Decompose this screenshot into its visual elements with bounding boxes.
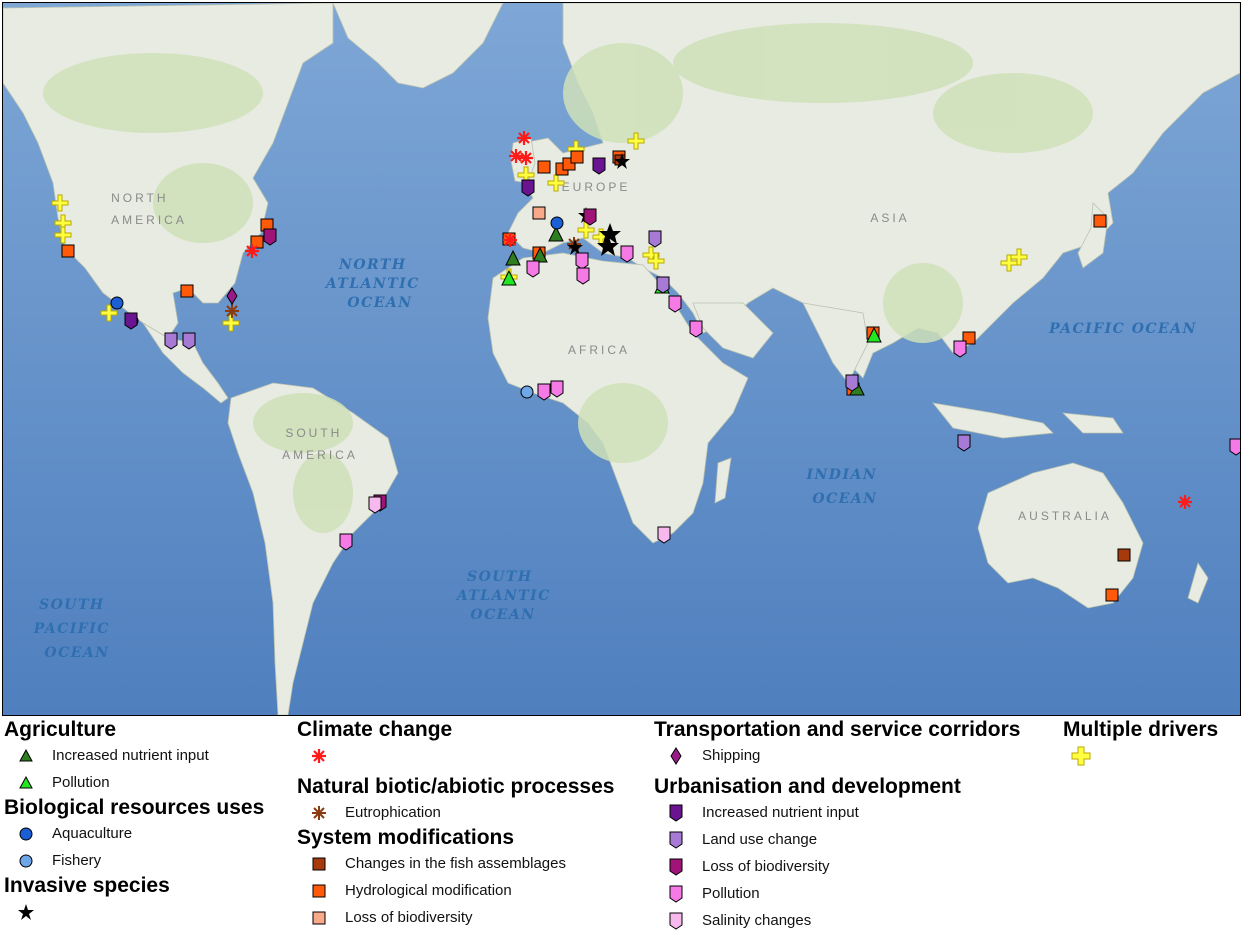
legend-heading-urban: Urbanisation and development: [654, 775, 961, 798]
legend-label: Pollution: [52, 774, 110, 791]
shield-pink-icon: [664, 883, 688, 905]
continent-label-europe: EUROPE: [562, 180, 631, 194]
legend-label: Aquaculture: [52, 825, 133, 842]
circle-blue-icon: [14, 823, 38, 845]
shield-light-pink-icon: [664, 910, 688, 932]
legend-item-shipping: Shipping: [654, 742, 1059, 769]
legend-item-hydrological: Hydrological modification: [297, 877, 652, 904]
legend-label: Salinity changes: [702, 912, 812, 929]
legend-heading-transport: Transportation and service corridors: [654, 718, 1021, 741]
legend-item-system-biodiversity: Loss of biodiversity: [297, 904, 652, 931]
legend-heading-agriculture: Agriculture: [4, 718, 117, 741]
world-map: NORTH ATLANTIC OCEAN PACIFIC OCEAN INDIA…: [2, 2, 1241, 716]
legend-item-urban-biodiversity: Loss of biodiversity: [654, 853, 1059, 880]
diamond-purple-icon: [664, 745, 688, 767]
legend-label: Loss of biodiversity: [702, 858, 830, 875]
legend-label: Fishery: [52, 852, 102, 869]
star-black-icon: [14, 901, 38, 923]
legend-item-agri-pollution: Pollution: [4, 769, 294, 796]
marker-group-system-biodiversity: [532, 206, 546, 220]
legend-heading-natural: Natural biotic/abiotic processes: [297, 775, 615, 798]
legend-item-agri-nutrient: Increased nutrient input: [4, 742, 294, 769]
asterisk-red-icon: [307, 745, 331, 767]
legend-heading-biological: Biological resources uses: [4, 796, 265, 819]
circle-light-blue-icon: [14, 850, 38, 872]
shield-dark-purple-icon: [664, 802, 688, 824]
triangle-dark-green-icon: [14, 745, 38, 767]
square-peach-icon: [307, 907, 331, 929]
legend-label: Loss of biodiversity: [345, 909, 473, 926]
legend-item-fishery: Fishery: [4, 847, 294, 874]
continent-label-australia: AUSTRALIA: [1018, 509, 1112, 523]
legend-column-2: Climate change Natural biotic/abiotic pr…: [297, 718, 652, 931]
square-orange-icon: [307, 880, 331, 902]
legend-item-invasive: [4, 898, 294, 925]
legend-label: Changes in the fish assemblages: [345, 855, 566, 872]
legend-label: Shipping: [702, 747, 761, 764]
legend-column-4: Multiple drivers: [1063, 718, 1243, 769]
legend-item-urban-pollution: Pollution: [654, 880, 1059, 907]
legend-heading-multiple: Multiple drivers: [1063, 718, 1219, 741]
asterisk-brown-icon: [307, 802, 331, 824]
shield-magenta-icon: [664, 856, 688, 878]
legend-item-urban-salinity: Salinity changes: [654, 907, 1059, 934]
legend-label: Increased nutrient input: [52, 747, 209, 764]
legend-label: Hydrological modification: [345, 882, 512, 899]
legend-heading-invasive: Invasive species: [4, 874, 170, 897]
legend-item-climate: [297, 742, 652, 769]
legend-label: Increased nutrient input: [702, 804, 859, 821]
legend-heading-system: System modifications: [297, 826, 515, 849]
legend-item-eutrophication: Eutrophication: [297, 799, 652, 826]
ocean-label-pacific: PACIFIC OCEAN: [1048, 321, 1197, 337]
shield-lavender-icon: [664, 829, 688, 851]
legend-item-urban-landuse: Land use change: [654, 826, 1059, 853]
legend-column-1: Agriculture Increased nutrient input Pol…: [4, 718, 294, 925]
legend-item-fish-assemblages: Changes in the fish assemblages: [297, 850, 652, 877]
marker-group-fishery: [520, 385, 534, 399]
legend-item-multiple: [1063, 742, 1243, 769]
legend-label: Land use change: [702, 831, 818, 848]
legend-label: Pollution: [702, 885, 760, 902]
legend-item-urban-nutrient: Increased nutrient input: [654, 799, 1059, 826]
cross-yellow-icon: [1069, 745, 1093, 767]
legend-label: Eutrophication: [345, 804, 441, 821]
legend-item-aquaculture: Aquaculture: [4, 820, 294, 847]
legend-column-3: Transportation and service corridors Shi…: [654, 718, 1059, 934]
map-legend: Agriculture Increased nutrient input Pol…: [0, 718, 1245, 944]
continent-label-africa: AFRICA: [568, 343, 630, 357]
triangle-green-icon: [14, 772, 38, 794]
legend-heading-climate: Climate change: [297, 718, 453, 741]
ocean-label-south-pacific: SOUTH PACIFIC OCEAN: [33, 597, 117, 661]
continent-label-asia: ASIA: [870, 211, 909, 225]
square-brown-icon: [307, 853, 331, 875]
